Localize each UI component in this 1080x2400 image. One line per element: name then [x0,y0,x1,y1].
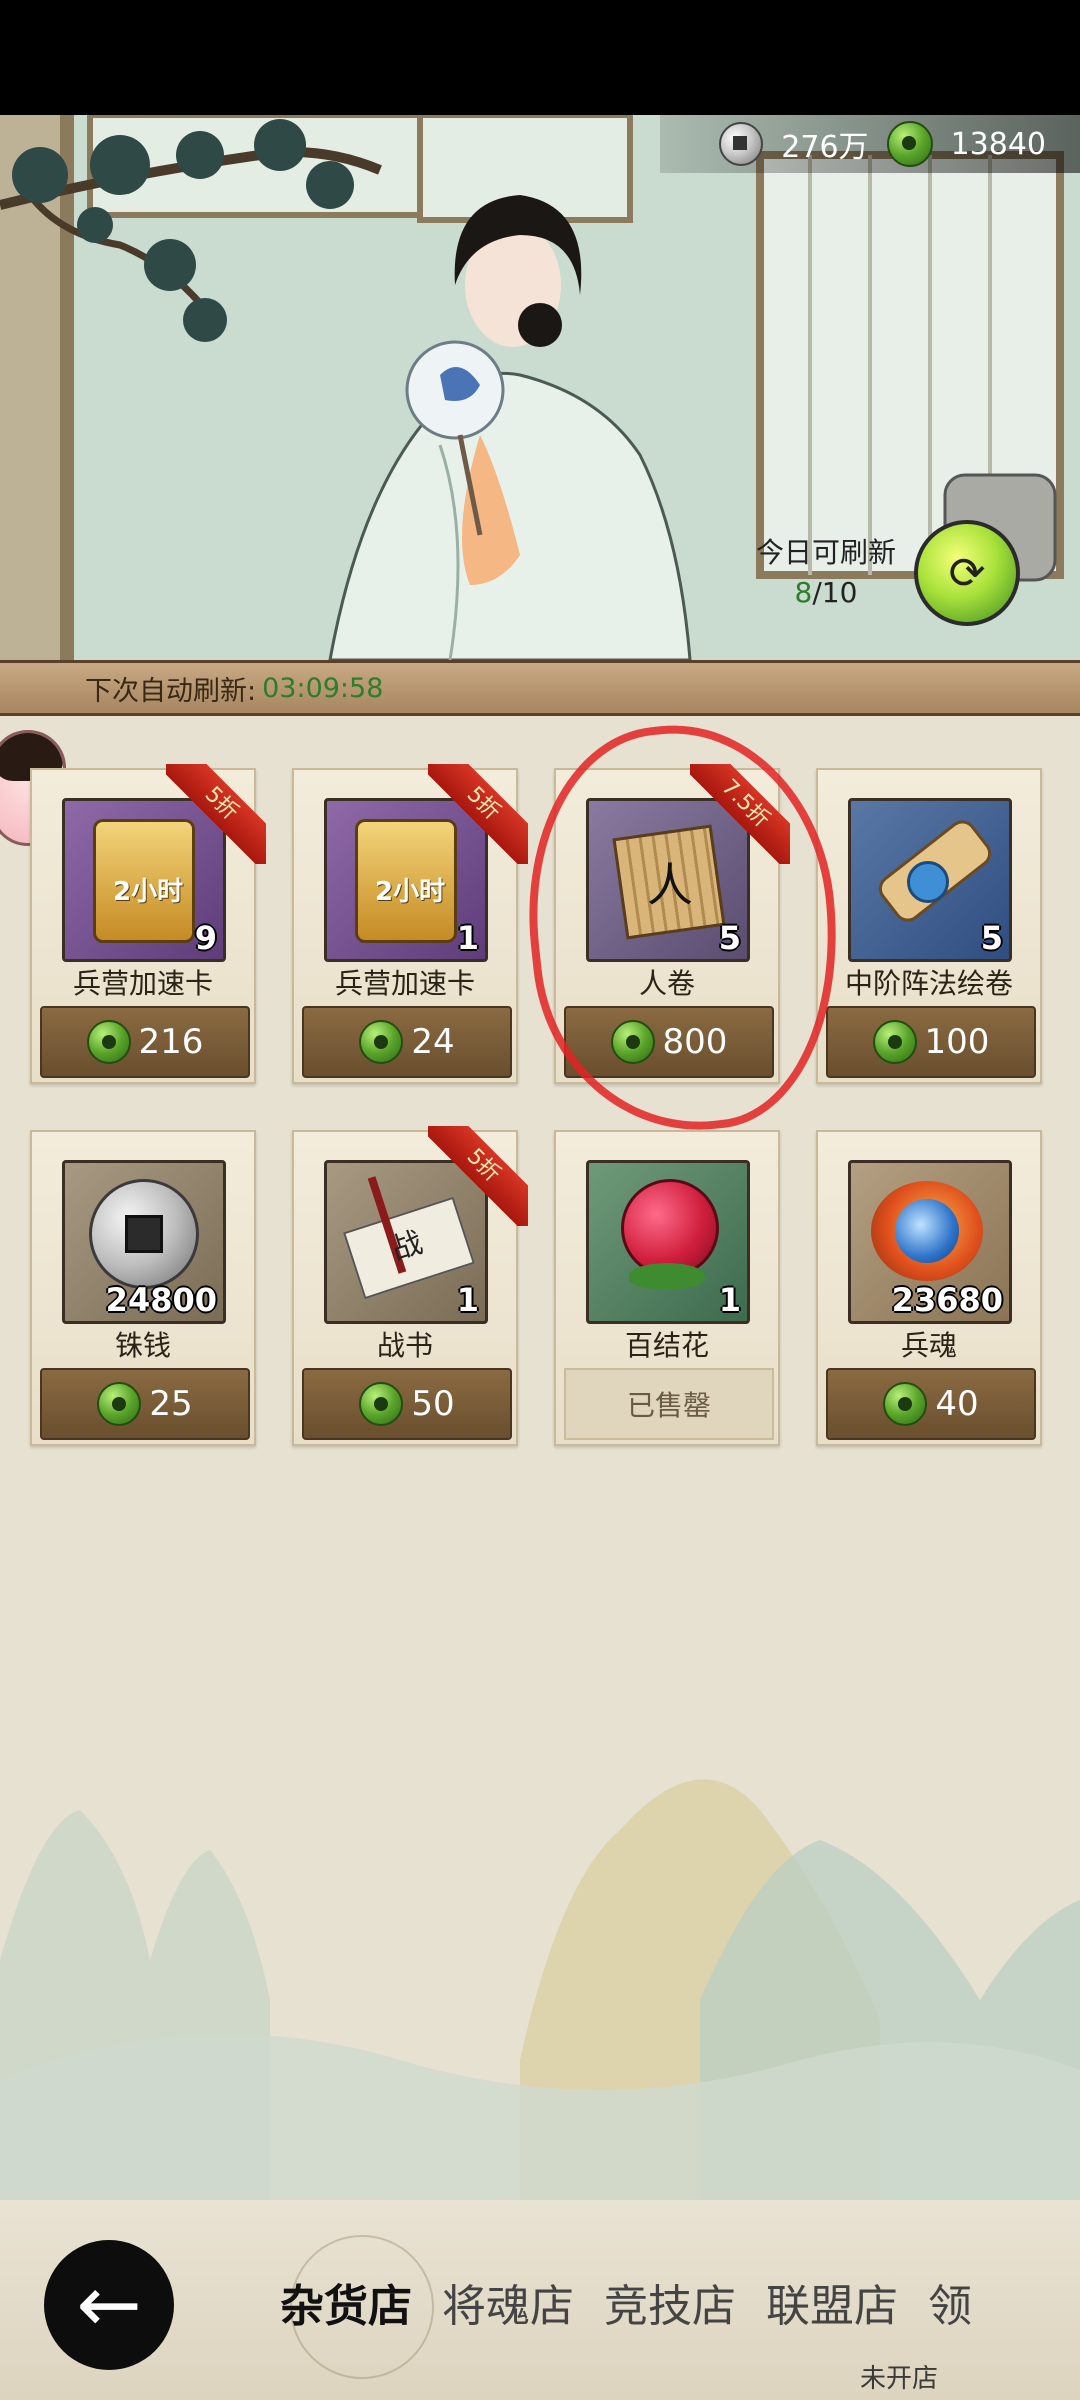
discount-badge: 5折 [428,764,528,864]
mountain-scenery [0,1779,1080,2220]
auto-refresh-bar: 下次自动刷新: 03:09:58 [0,660,1080,716]
back-button[interactable]: ← [44,2240,174,2370]
item-quantity: 9 [194,919,217,957]
auto-refresh-timer: 03:09:58 [262,672,384,704]
item-quantity: 1 [456,1281,479,1319]
item-quantity: 5 [980,919,1003,957]
shop-item-barracks-speedup-1[interactable]: 2小时 9 兵营加速卡 216 5折 [30,764,266,1084]
tab-alliance-store[interactable]: 联盟店 [766,2270,898,2334]
shop-item-copper-coins[interactable]: 24800 铢钱 25 [30,1130,256,1446]
tab-general-store[interactable]: 杂货店 [280,2270,412,2334]
item-quantity: 24800 [105,1281,217,1319]
shop-item-raspberry-flower: 1 百结花 已售罄 [554,1130,780,1446]
item-quantity: 1 [718,1281,741,1319]
item-name: 兵营加速卡 [72,967,213,1000]
item-name: 中阶阵法绘卷 [844,967,1013,1000]
tab-arena-store[interactable]: 竞技店 [604,2270,736,2334]
auto-refresh-label: 下次自动刷新: [85,675,257,707]
buy-button[interactable]: 24 [302,1006,512,1078]
discount-badge: 5折 [166,764,266,864]
buy-button[interactable]: 40 [826,1368,1036,1440]
shop-item-war-letter[interactable]: 战 1 战书 50 5折 [292,1126,528,1446]
buy-button[interactable]: 25 [40,1368,250,1440]
item-name: 兵营加速卡 [334,967,475,1000]
buy-button[interactable]: 100 [826,1006,1036,1078]
refresh-count: 8/10 [794,576,858,609]
refresh-icon: ⟳ [948,547,986,599]
jade-currency-icon [86,1020,131,1064]
shop-item-barracks-speedup-2[interactable]: 2小时 1 兵营加速卡 24 5折 [292,764,528,1084]
shop-item-soldier-soul[interactable]: 23680 兵魂 40 [816,1130,1042,1446]
jade-currency-icon [883,1382,928,1426]
shop-item-formation-scroll[interactable]: 5 中阶阵法绘卷 100 [816,768,1042,1084]
soldier-soul-icon: 23680 [848,1160,1012,1324]
back-arrow-icon: ← [76,2260,142,2350]
refresh-panel: 今日可刷新 8/10 ⟳ [756,520,1020,626]
store-not-open-note: 未开店 [860,2364,939,2394]
discount-badge: 5折 [428,1126,528,1226]
coins-amount: 276万 [781,130,869,165]
jade-currency-icon [359,1020,404,1064]
jade-currency-icon [872,1020,917,1064]
item-name: 百结花 [624,1329,709,1362]
copper-coin-icon [719,122,764,166]
jade-amount: 13840 [950,126,1046,162]
refresh-button[interactable]: ⟳ [914,520,1020,626]
item-name: 铢钱 [114,1329,171,1362]
item-quantity: 23680 [891,1281,1003,1319]
jade-currency-icon [359,1382,404,1426]
tab-more-store[interactable]: 领 [928,2270,972,2334]
jade-currency-icon [886,121,933,167]
status-bar [0,0,1080,115]
shop-tabs: 杂货店 将魂店 竞技店 联盟店 领 [280,2270,972,2334]
sold-out-label: 已售罄 [564,1368,774,1440]
item-name: 兵魂 [900,1329,957,1362]
currency-bar: 276万 13840 [660,115,1080,173]
tab-general-soul-store[interactable]: 将魂店 [442,2270,574,2334]
refresh-label: 今日可刷新 [755,536,896,569]
item-quantity: 1 [456,919,479,957]
raspberry-flower-icon: 1 [586,1160,750,1324]
jade-currency-icon [97,1382,142,1426]
coin-icon: 24800 [62,1160,226,1324]
item-name: 战书 [376,1329,433,1362]
buy-button[interactable]: 50 [302,1368,512,1440]
buy-button[interactable]: 216 [40,1006,250,1078]
formation-scroll-icon: 5 [848,798,1012,962]
